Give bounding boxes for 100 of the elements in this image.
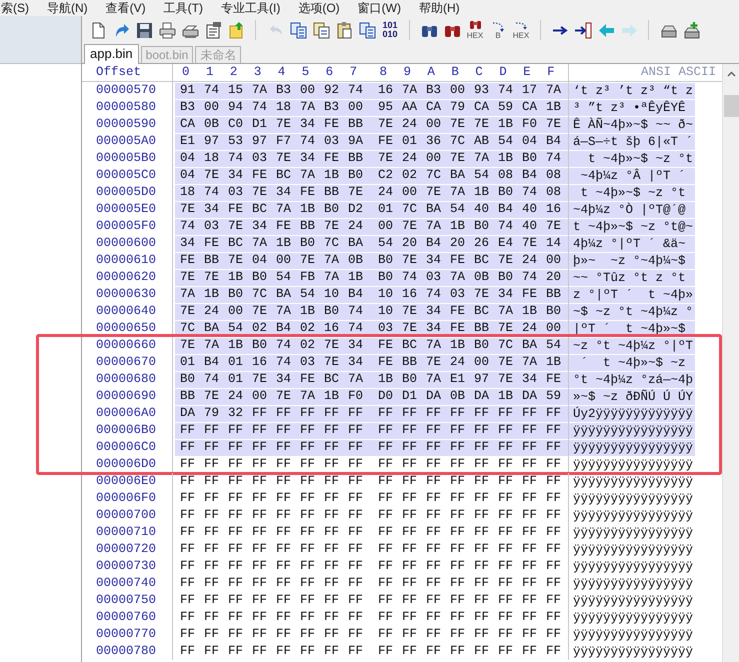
hex-byte: FF [425, 575, 442, 592]
hex-byte: FF [449, 592, 466, 610]
hex-byte: BB [323, 184, 340, 202]
hex-byte: FF [425, 456, 442, 474]
hex-byte: 7C [179, 320, 196, 338]
hex-byte: 24 [347, 218, 364, 236]
hex-byte: 9A [347, 133, 364, 150]
column-header: 8 [378, 64, 388, 82]
menu-item[interactable]: 选项(O) [298, 1, 340, 15]
hex-byte: 93 [473, 82, 490, 100]
offset-cell-text: 00000660 [95, 337, 158, 354]
hex-byte: FF [473, 490, 490, 508]
disk-drive-button[interactable] [681, 19, 701, 41]
hex-byte: 0B [203, 116, 220, 134]
ascii-text: ³ ”t z³ •ªÊyÊYÊ [573, 100, 696, 116]
scroll-up-icon[interactable] [726, 71, 736, 77]
hex-byte: B0 [377, 252, 394, 270]
hex-byte: FF [401, 609, 418, 626]
menu-item[interactable]: 专业工具(I) [221, 1, 280, 15]
hex-byte: B0 [473, 337, 490, 354]
hex-byte: 7E [275, 388, 292, 406]
hex-byte: C0 [227, 116, 244, 134]
hex-byte: 79 [203, 405, 220, 422]
hex-byte: 74 [251, 99, 268, 116]
column-header: 9 [402, 64, 412, 82]
offset-cell-text: 00000680 [95, 371, 158, 388]
hex-byte: FF [497, 558, 514, 576]
hex-byte: 1B [203, 286, 220, 304]
hex-byte: FE [449, 320, 466, 338]
hex-byte: 24 [521, 320, 538, 338]
hex-byte: 94 [227, 99, 244, 116]
hex-byte: 7A [179, 286, 196, 304]
hex-byte: FF [347, 524, 364, 542]
hex-byte: 7E [401, 303, 418, 320]
offset-cell-text: 000006F0 [95, 490, 158, 508]
hex-byte: 7A [299, 167, 316, 184]
hex-byte: BC [323, 371, 340, 388]
binary-button[interactable]: 101 010 [380, 19, 400, 41]
hex-byte: 7E [377, 116, 394, 134]
hex-byte: B4 [275, 320, 292, 338]
hex-byte: FF [275, 609, 292, 626]
hex-byte: E1 [449, 371, 466, 388]
hex-byte: FF [425, 558, 442, 576]
menu-item[interactable]: 导航(N) [47, 1, 88, 15]
dotted-arrow-button[interactable]: HEX [511, 19, 531, 41]
offset-cell-text: 000005B0 [95, 150, 158, 168]
menu-item[interactable]: 窗口(W) [358, 1, 401, 15]
scrollbar[interactable] [722, 64, 739, 662]
menu-item[interactable]: 查看(V) [106, 1, 146, 15]
hex-byte: FF [347, 558, 364, 576]
hex-byte: FF [545, 643, 562, 660]
hex-byte: BA [425, 201, 442, 218]
hex-byte: FF [377, 507, 394, 524]
hex-byte: FE [275, 218, 292, 236]
hex-byte: FF [203, 439, 220, 456]
hex-byte: B0 [323, 303, 340, 320]
hex-byte: FF [299, 541, 316, 558]
ascii-text: ‘t z³ ’t z³ “t z [573, 82, 696, 98]
menu-item[interactable]: 工具(T) [164, 1, 203, 15]
file-tab[interactable]: app.bin [84, 44, 139, 64]
hex-byte: FF [323, 592, 340, 610]
hex-byte: 54 [275, 269, 292, 286]
dotted-arrow-button[interactable]: B [488, 19, 508, 41]
hex-byte: FF [323, 558, 340, 576]
hex-byte: 02 [299, 337, 316, 354]
hex-byte: 7E [521, 235, 538, 252]
hex-byte: CA [425, 99, 442, 116]
hex-byte: 7E [377, 150, 394, 168]
ascii-text: Ê ÀÑ~4þ»~$ ~~ ð~ [573, 116, 696, 132]
hex-byte: FF [377, 541, 394, 558]
hex-byte: FF [347, 422, 364, 440]
hex-byte: FE [377, 133, 394, 150]
hex-byte: FF [227, 626, 244, 644]
hex-byte: 7A [251, 235, 268, 252]
hex-byte: FF [545, 541, 562, 558]
scroll-thumb[interactable] [724, 95, 738, 117]
hex-byte: FF [401, 507, 418, 524]
hex-byte: 7A [545, 82, 562, 100]
hex-byte: F7 [275, 133, 292, 150]
offset-cell-text: 00000580 [95, 99, 158, 116]
hex-byte: 20 [545, 269, 562, 286]
hex-byte: 03 [203, 218, 220, 236]
hex-byte: 24 [203, 303, 220, 320]
hex-byte: 7C [401, 201, 418, 218]
ascii-text: ÿÿÿÿÿÿÿÿÿÿÿÿÿÿÿÿ [573, 440, 696, 456]
hex-byte: FF [227, 592, 244, 610]
hex-byte: 54 [545, 337, 562, 354]
hex-byte: FF [521, 507, 538, 524]
hex-byte: 7A [449, 184, 466, 202]
offset-cell-text: 00000750 [95, 592, 158, 610]
hex-byte: FF [323, 575, 340, 592]
menu-item[interactable]: 索(S) [1, 1, 29, 15]
ascii-text: ÿÿÿÿÿÿÿÿÿÿÿÿÿÿÿÿ [573, 474, 694, 490]
hex-byte: 7E [179, 269, 196, 286]
binoculars-button[interactable]: HEX [465, 19, 485, 41]
hex-byte: B4 [347, 286, 364, 304]
hex-byte: 34 [275, 184, 292, 202]
hex-byte: 34 [251, 218, 268, 236]
hex-byte: 7E [497, 320, 514, 338]
menu-item[interactable]: 帮助(H) [418, 1, 460, 15]
